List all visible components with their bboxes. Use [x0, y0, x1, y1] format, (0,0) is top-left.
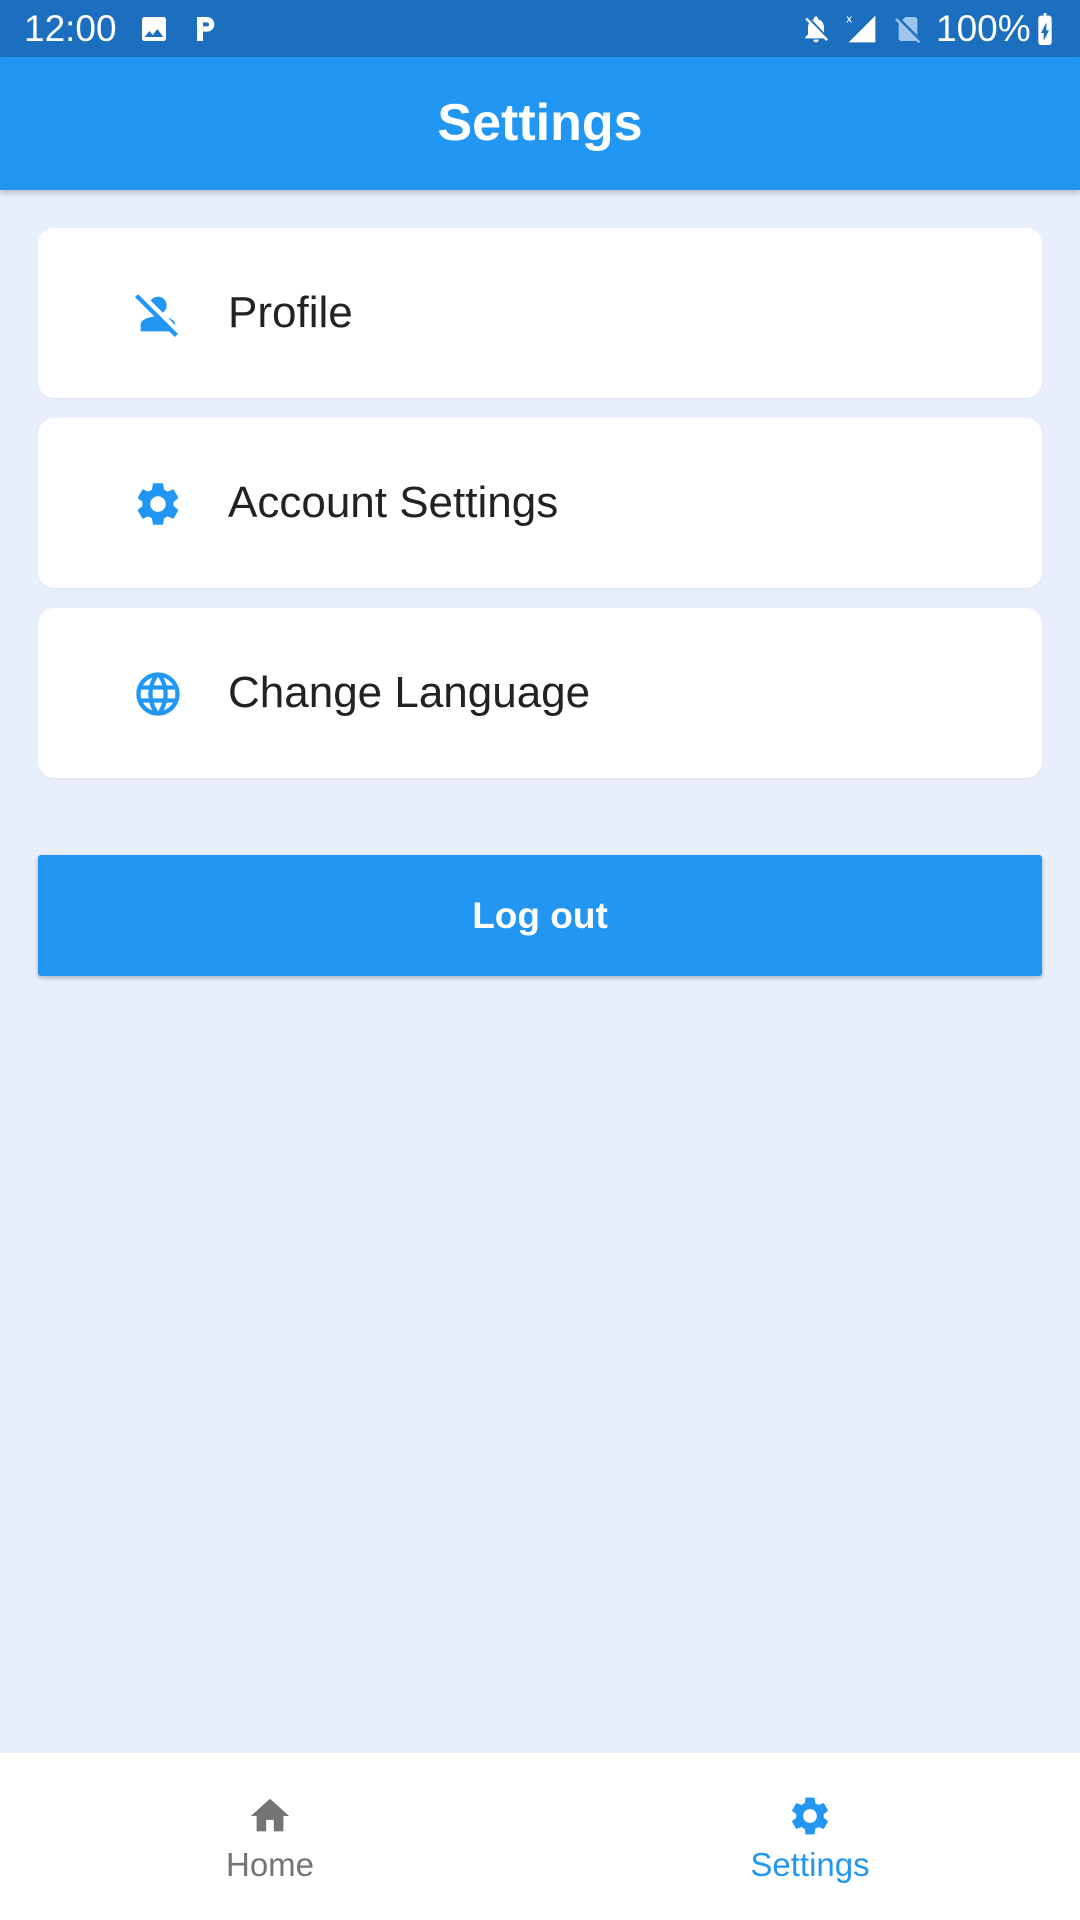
- signal-icon: x: [846, 13, 876, 43]
- app-bar: Settings: [0, 57, 1080, 190]
- home-icon: [250, 1798, 290, 1832]
- change-language-label: Change Language: [228, 668, 591, 717]
- bottom-navigation: Home Settings: [0, 1753, 1080, 1920]
- status-time: 12:00: [24, 8, 117, 49]
- battery-charging-icon: [1038, 13, 1052, 45]
- logout-button[interactable]: Log out: [38, 855, 1042, 976]
- page-title: Settings: [437, 94, 643, 152]
- gear-icon: [137, 483, 179, 525]
- parking-icon: [197, 17, 215, 41]
- image-icon: [142, 17, 166, 41]
- account-settings-label: Account Settings: [228, 478, 559, 527]
- notifications-off-icon: [805, 16, 828, 43]
- battery-percentage: 100%: [936, 8, 1031, 49]
- no-sim-icon: [895, 17, 921, 44]
- globe-icon: [136, 672, 180, 716]
- profile-item[interactable]: Profile: [38, 228, 1042, 398]
- status-bar: 12:00 x 100%: [0, 0, 1080, 57]
- nav-item-settings[interactable]: Settings: [540, 1753, 1080, 1920]
- profile-label: Profile: [228, 288, 353, 337]
- nav-label-settings: Settings: [750, 1846, 870, 1883]
- gear-icon: [792, 1797, 828, 1835]
- change-language-item[interactable]: Change Language: [38, 608, 1042, 778]
- person-off-icon: [135, 294, 178, 337]
- svg-text:x: x: [846, 13, 852, 25]
- nav-item-home[interactable]: Home: [0, 1753, 540, 1920]
- nav-label-home: Home: [225, 1846, 315, 1883]
- account-settings-item[interactable]: Account Settings: [38, 418, 1042, 588]
